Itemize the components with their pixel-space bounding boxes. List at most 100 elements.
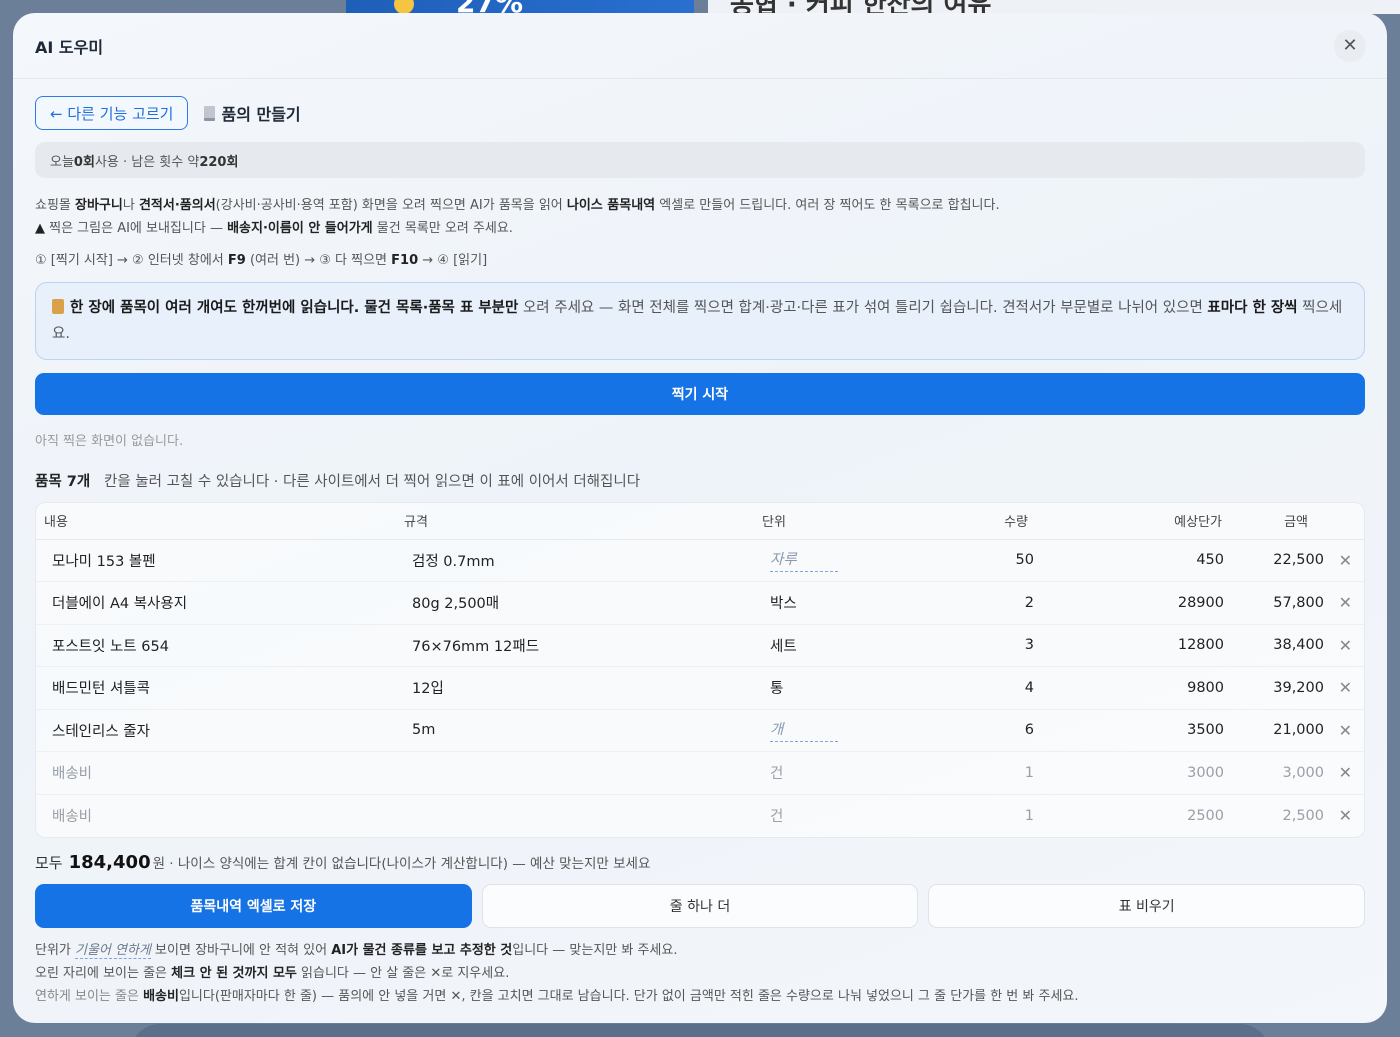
- column-header-qty: 수량: [954, 503, 1054, 540]
- cell-qty[interactable]: 1: [954, 794, 1054, 837]
- cell-qty[interactable]: 50: [954, 539, 1054, 582]
- feature-nav: ← 다른 기능 고르기 품의 만들기: [35, 96, 1365, 130]
- cell-name[interactable]: 배송비: [36, 794, 398, 837]
- column-header-spec: 규격: [398, 503, 758, 540]
- cell-unit[interactable]: 개: [758, 709, 954, 752]
- delete-row-icon[interactable]: ✕: [1324, 539, 1364, 582]
- cell-name[interactable]: 배드민턴 셔틀콕: [36, 666, 398, 710]
- desc-text: 나: [122, 198, 139, 213]
- footnotes: 단위가 기울어 연하게 보이면 장바구니에 안 적혀 있어 AI가 물건 종류를…: [35, 939, 1365, 1008]
- delete-row-icon[interactable]: ✕: [1324, 666, 1364, 710]
- feature-title: 품의 만들기: [204, 101, 301, 125]
- close-button[interactable]: ✕: [1334, 29, 1366, 62]
- fn-bold: 체크 안 된 것까지 모두: [171, 965, 297, 981]
- back-to-features-button[interactable]: ← 다른 기능 고르기: [35, 96, 189, 130]
- desc-bold: 배송지·이름이 안 들어가게: [227, 221, 373, 236]
- cell-unit[interactable]: 건: [758, 794, 954, 837]
- cell-spec[interactable]: 12입: [398, 666, 758, 710]
- description-line-2: ▲ 찍은 그림은 AI에 보내집니다 — 배송지·이름이 안 들어가게 물건 목…: [35, 217, 1365, 240]
- modal-title: AI 도우미: [35, 37, 104, 57]
- cell-price[interactable]: 3000: [1054, 751, 1234, 795]
- usage-remaining: 220회: [199, 154, 239, 170]
- cell-price[interactable]: 28900: [1054, 581, 1234, 625]
- cell-unit[interactable]: 통: [758, 666, 954, 710]
- delete-row-icon[interactable]: ✕: [1324, 709, 1364, 752]
- steps-text: (여러 번) → ③ 다 찍으면: [245, 253, 392, 268]
- action-row: 품목내역 엑셀로 저장 줄 하나 더 표 비우기: [35, 883, 1366, 928]
- items-header: 품목 7개 칸을 눌러 고칠 수 있습니다 · 다른 사이트에서 더 찍어 읽으…: [35, 470, 1365, 491]
- cell-qty[interactable]: 6: [954, 709, 1054, 752]
- cell-price[interactable]: 450: [1054, 539, 1234, 582]
- cell-spec[interactable]: [398, 794, 758, 837]
- table-row: 배송비 건 1 2500 2,500 ✕: [36, 794, 1364, 837]
- fn-text: 입니다(판매자마다 한 줄) — 품의에 안 넣을 거면 ✕, 칸을 고치면 그…: [178, 988, 1079, 1004]
- cell-name[interactable]: 포스트잇 노트 654: [36, 624, 398, 667]
- cell-unit[interactable]: 자루: [758, 539, 954, 582]
- cell-qty[interactable]: 2: [954, 581, 1054, 625]
- delete-row-icon[interactable]: ✕: [1324, 624, 1364, 667]
- cell-spec[interactable]: 5m: [398, 709, 758, 752]
- desc-text: 물건 목록만 오려 주세요.: [372, 221, 513, 236]
- total-suffix: 원 · 나이스 양식에는 합계 칸이 없습니다(나이스가 계산합니다) — 예산…: [152, 855, 651, 872]
- column-header-amount: 금액: [1234, 503, 1324, 540]
- delete-row-icon[interactable]: ✕: [1324, 794, 1364, 837]
- usage-prefix: 오늘: [50, 154, 74, 170]
- footnote-2: 오린 자리에 보이는 줄은 체크 안 된 것까지 모두 읽습니다 — 안 살 줄…: [35, 962, 1365, 985]
- cell-spec[interactable]: [398, 751, 758, 795]
- cell-spec[interactable]: 80g 2,500매: [398, 581, 758, 625]
- cell-name[interactable]: 배송비: [36, 751, 398, 795]
- fn-bold: AI가 물건 종류를 보고 추정한 것: [331, 942, 513, 958]
- delete-row-icon[interactable]: ✕: [1324, 581, 1364, 625]
- feature-title-label: 품의 만들기: [221, 105, 301, 124]
- cell-name[interactable]: 모나미 153 볼펜: [36, 539, 398, 582]
- desc-bold: 견적서·품의서: [138, 198, 216, 213]
- cell-qty[interactable]: 1: [954, 751, 1054, 795]
- cell-price[interactable]: 9800: [1054, 666, 1234, 710]
- cell-name[interactable]: 더블에이 A4 복사용지: [36, 581, 398, 625]
- cell-spec[interactable]: 검정 0.7mm: [398, 539, 758, 582]
- delete-row-icon[interactable]: ✕: [1324, 751, 1364, 795]
- cell-unit[interactable]: 건: [758, 751, 954, 795]
- fn-text: 보이면 장바구니에 안 적혀 있어: [150, 942, 332, 958]
- table-row: 배드민턴 셔틀콕 12입 통 4 9800 39,200 ✕: [36, 666, 1364, 710]
- total-label: 모두: [35, 853, 63, 872]
- warning-icon: ▲: [35, 221, 45, 236]
- cell-price[interactable]: 2500: [1054, 794, 1234, 837]
- fn-faint: 연하게 보이는 줄은: [35, 988, 144, 1004]
- table-row: 더블에이 A4 복사용지 80g 2,500매 박스 2 28900 57,800 ✕: [36, 581, 1364, 625]
- clear-table-button[interactable]: 표 비우기: [928, 883, 1366, 928]
- table-body: 모나미 153 볼펜 검정 0.7mm 자루 50 450 22,500 ✕ 더블에이 A4 …: [36, 539, 1364, 837]
- cell-qty[interactable]: 4: [954, 666, 1054, 710]
- modal-body: ← 다른 기능 고르기 품의 만들기 오늘 0회 사용 · 남은 횟수 약 22…: [13, 79, 1387, 1008]
- modal-header: AI 도우미 ✕: [13, 13, 1387, 79]
- table-row: 배송비 건 1 3000 3,000 ✕: [36, 751, 1364, 795]
- key-f10: F10: [391, 253, 419, 268]
- cell-amount: 38,400: [1234, 624, 1324, 667]
- guessed-unit: 개: [770, 718, 838, 743]
- cell-unit[interactable]: 박스: [758, 581, 954, 625]
- start-capture-button[interactable]: 찍기 시작: [35, 373, 1365, 415]
- cell-unit[interactable]: 세트: [758, 624, 954, 667]
- background-bottom-panel: [130, 1024, 1270, 1037]
- table-row: 모나미 153 볼펜 검정 0.7mm 자루 50 450 22,500 ✕: [36, 539, 1364, 582]
- desc-text: 쇼핑몰: [35, 198, 76, 213]
- items-table: 내용 규격 단위 수량 예상단가 금액 모나미 153 볼펜 검정 0.7mm 자루…: [36, 503, 1364, 837]
- notice-bold: 한 장에 품목이 여러 개여도 한꺼번에 읽습니다. 물건 목록·품목 표 부분…: [70, 300, 519, 316]
- cell-price[interactable]: 3500: [1054, 709, 1234, 752]
- cell-price[interactable]: 12800: [1054, 624, 1234, 667]
- cell-amount: 3,000: [1234, 751, 1324, 795]
- desc-text: 엑셀로 만들어 드립니다. 여러 장 찍어도 한 목록으로 합칩니다.: [655, 198, 1000, 213]
- cell-amount: 2,500: [1282, 807, 1324, 824]
- cell-qty[interactable]: 3: [954, 624, 1054, 667]
- document-icon: [204, 105, 216, 121]
- usage-middle: 사용 · 남은 횟수 약: [94, 154, 200, 170]
- save-excel-button[interactable]: 품목내역 엑셀로 저장: [35, 883, 472, 928]
- cell-spec[interactable]: 76×76mm 12패드: [398, 624, 758, 667]
- add-row-button[interactable]: 줄 하나 더: [481, 883, 919, 928]
- cell-amount: 22,500: [1234, 539, 1324, 582]
- cell-name[interactable]: 스테인리스 줄자: [36, 709, 398, 752]
- steps-text: ① [찍기 시작] → ② 인터넷 창에서: [35, 253, 228, 268]
- fn-text: 입니다 — 맞는지만 봐 주세요.: [512, 942, 678, 958]
- fn-text: 읽습니다 — 안 살 줄은 ✕로 지우세요.: [296, 965, 510, 981]
- column-header-delete: [1324, 503, 1364, 540]
